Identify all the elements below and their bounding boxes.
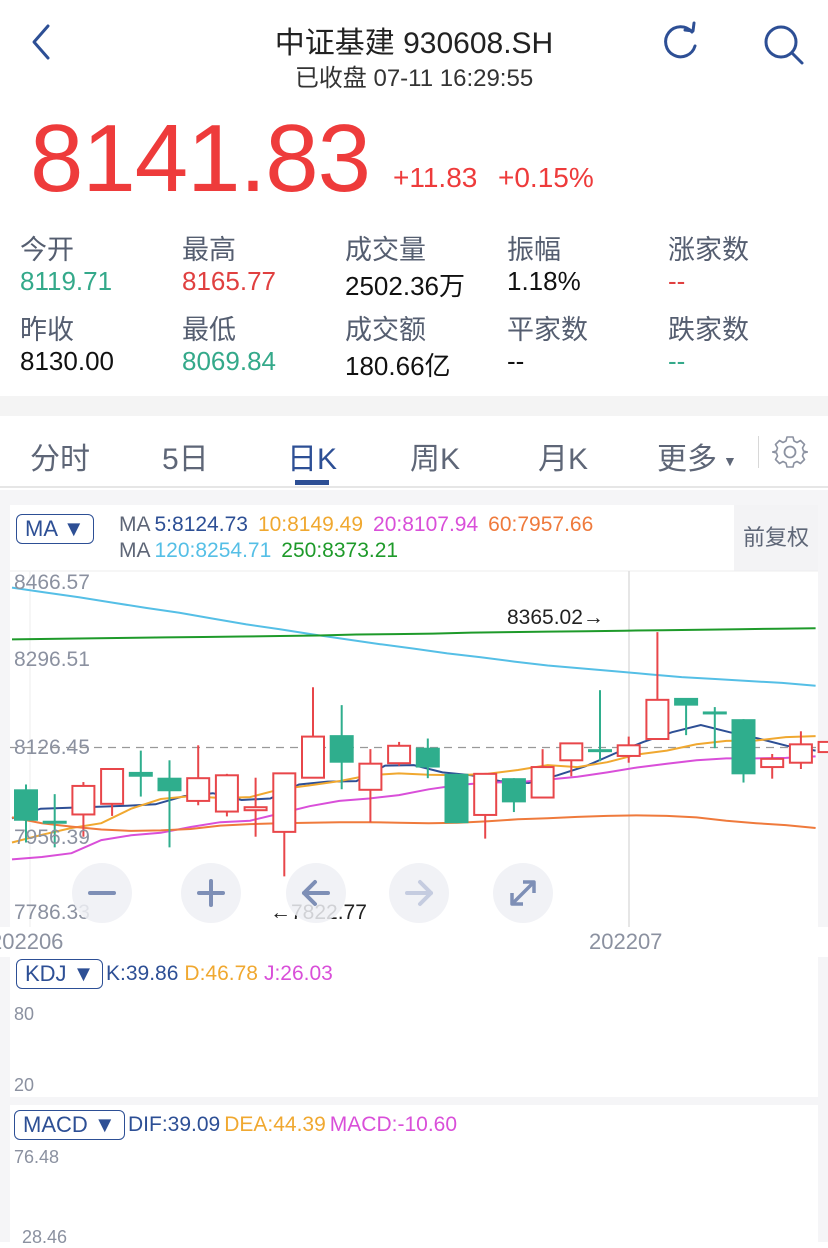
- candle-body-up: [817, 740, 828, 754]
- candle-body-down: [674, 697, 699, 706]
- macd-tick-label: 76.48: [14, 1147, 60, 1167]
- candle-body-up: [645, 698, 670, 741]
- macd-dif-value: DIF:39.09: [128, 1113, 221, 1136]
- candle-body-down: [128, 771, 153, 777]
- fullscreen-button[interactable]: [493, 863, 553, 923]
- date-axis: 202206 202207: [0, 927, 828, 957]
- scroll-left-button[interactable]: [286, 863, 346, 923]
- macd-legend: DIF:39.09 DEA:44.39 MACD:-10.60: [128, 1113, 467, 1137]
- ma-line-ma5: [11, 723, 816, 820]
- candle-body-up: [214, 774, 239, 813]
- y-tick-label: 7956.39: [14, 826, 90, 849]
- candle-body-up: [473, 772, 498, 816]
- candle-body-up: [788, 743, 813, 764]
- candle-body-down: [731, 719, 756, 775]
- zoom-in-button[interactable]: [181, 863, 241, 923]
- kdj-legend: K:39.86 D:46.78 J:26.03: [106, 962, 343, 986]
- candle-body-down: [14, 789, 38, 821]
- candle-body-up: [530, 766, 555, 799]
- kdj-tick-label: 80: [14, 1004, 35, 1024]
- ma-line-ma10: [11, 735, 816, 844]
- kdj-j-value: J:26.03: [263, 962, 333, 985]
- kdj-k-value: K:39.86: [106, 962, 179, 985]
- macd-tick-label: 28.46: [22, 1227, 68, 1247]
- y-tick-label: 8296.51: [14, 648, 90, 671]
- candle-body-up: [71, 784, 96, 816]
- zoom-out-button[interactable]: [72, 863, 132, 923]
- candle-body-up: [186, 777, 211, 802]
- arrow-left-icon: [302, 880, 330, 906]
- x-tick-label: 202206: [0, 929, 64, 954]
- candle-body-up: [272, 772, 297, 833]
- kdj-d-value: D:46.78: [184, 962, 258, 985]
- candle-body-up: [301, 735, 325, 779]
- minus-icon: [88, 891, 116, 895]
- candle-body-up: [559, 742, 584, 762]
- candle-body-down: [329, 735, 354, 763]
- scroll-right-button[interactable]: [389, 863, 449, 923]
- ma-line-ma250: [11, 627, 816, 641]
- candle-body-up: [760, 757, 785, 769]
- candle-body-down: [157, 777, 182, 792]
- high-annotation: 8365.02→: [507, 606, 604, 629]
- arrow-right-icon: [405, 880, 433, 906]
- kdj-indicator-dropdown[interactable]: KDJ ▼: [16, 959, 104, 989]
- candle-body-down: [702, 711, 727, 715]
- candle-body-up: [358, 762, 383, 791]
- candle-body-down: [444, 773, 469, 824]
- candle-body-down: [415, 747, 440, 768]
- macd-hist-value: MACD:-10.60: [329, 1113, 458, 1136]
- candle-body-down: [501, 778, 526, 803]
- ma-line-ma120: [11, 586, 816, 687]
- plus-icon: [197, 879, 225, 907]
- ma-line-ma60: [11, 814, 816, 832]
- expand-icon: [510, 880, 536, 906]
- candle-body-up: [616, 744, 641, 757]
- candle-body-up: [100, 767, 125, 805]
- macd-dea-value: DEA:44.39: [224, 1113, 326, 1136]
- y-tick-label: 8466.57: [14, 571, 90, 594]
- candle-body-down: [588, 749, 612, 753]
- macd-indicator-dropdown[interactable]: MACD ▼: [14, 1110, 125, 1140]
- y-tick-label: 8126.45: [14, 736, 90, 759]
- candle-body-up: [387, 744, 412, 765]
- kdj-tick-label: 20: [14, 1075, 35, 1095]
- candle-body-up: [243, 806, 268, 812]
- candle-body-down: [42, 820, 67, 824]
- x-tick-label: 202207: [589, 929, 663, 954]
